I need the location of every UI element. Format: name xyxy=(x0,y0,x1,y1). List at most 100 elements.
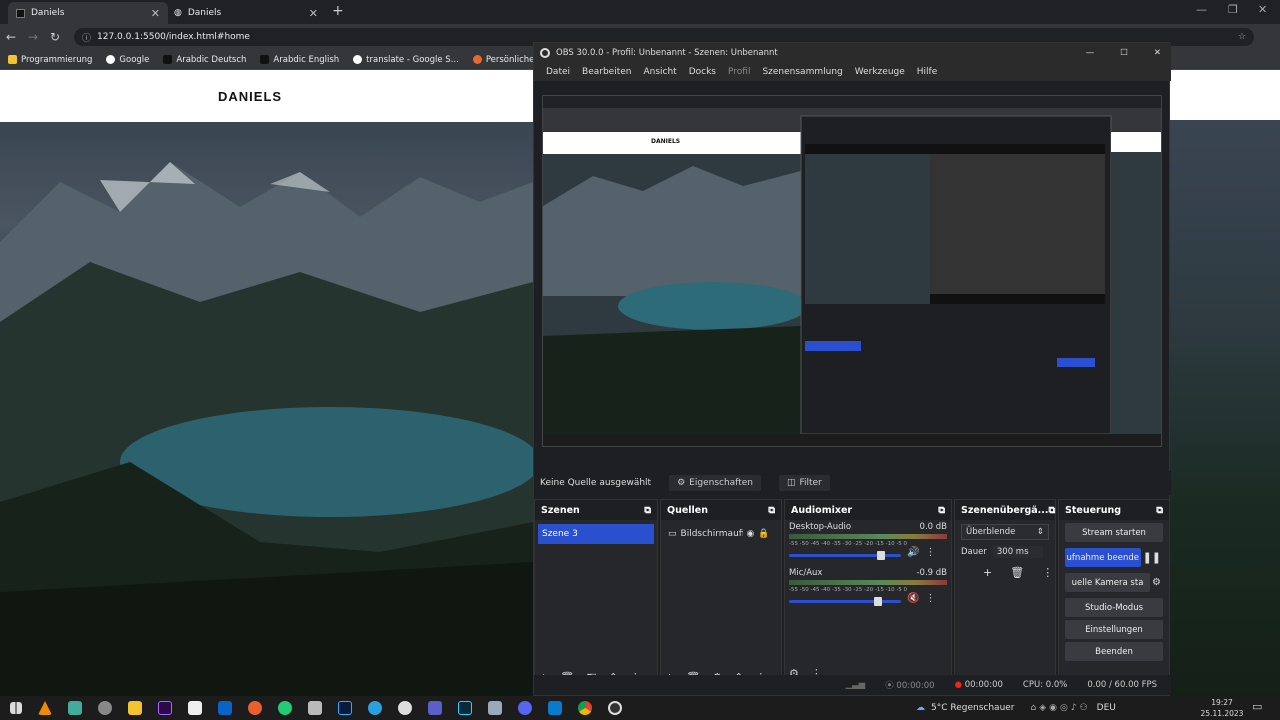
menu-bearbeiten[interactable]: Bearbeiten xyxy=(576,67,637,77)
exit-button[interactable]: Beenden xyxy=(1065,642,1163,661)
telegram-icon[interactable] xyxy=(368,701,382,715)
record-dot-icon: ● xyxy=(954,680,963,690)
app-icon[interactable] xyxy=(68,701,82,715)
close-window-icon[interactable]: ✕ xyxy=(1258,3,1267,16)
browser-tab[interactable]: ◍ Daniels ✕ xyxy=(166,2,326,24)
undock-icon[interactable]: ⧉ xyxy=(938,505,945,516)
app-icon[interactable] xyxy=(98,701,112,715)
firefox-icon[interactable] xyxy=(248,701,262,715)
premiere-icon[interactable] xyxy=(158,701,172,715)
keyboard-language[interactable]: DEU xyxy=(1097,703,1116,713)
more-icon[interactable]: ⋮ xyxy=(925,547,935,558)
filter-button[interactable]: ◫ Filter xyxy=(778,475,830,491)
more-icon[interactable]: ⋮ xyxy=(1042,566,1053,579)
slider-knob[interactable] xyxy=(877,551,886,560)
volume-slider[interactable] xyxy=(789,551,901,560)
add-icon[interactable]: + xyxy=(983,566,992,579)
properties-button[interactable]: ⚙ Eigenschaften xyxy=(669,475,761,491)
photoshop-icon[interactable] xyxy=(338,701,352,715)
vlc-icon[interactable] xyxy=(38,701,52,715)
audio-mixer-header: Audiomixer ⧉ xyxy=(785,500,951,520)
virtual-camera-button[interactable]: uelle Kamera sta xyxy=(1065,573,1151,592)
clock-date: 25.11.2023 xyxy=(1200,709,1244,718)
undock-icon[interactable]: ⧉ xyxy=(768,505,775,516)
menu-ansicht[interactable]: Ansicht xyxy=(637,67,682,77)
monitor-icon: ▭ xyxy=(668,529,677,539)
app-icon[interactable] xyxy=(398,701,412,715)
channel-name: Desktop-Audio xyxy=(789,522,852,532)
new-tab-icon[interactable]: + xyxy=(332,3,344,19)
stop-recording-button[interactable]: ufnahme beende xyxy=(1065,548,1141,567)
speaker-icon[interactable]: 🔊 xyxy=(907,547,919,558)
volume-meter xyxy=(789,534,947,539)
volume-slider[interactable] xyxy=(789,597,901,606)
recursive-screen-capture xyxy=(543,96,1161,446)
app-icon[interactable] xyxy=(278,701,292,715)
bookmark-google[interactable]: Google xyxy=(106,55,149,65)
reload-icon[interactable]: ↻ xyxy=(44,30,66,44)
browser-tab-active[interactable]: Daniels ✕ xyxy=(8,2,168,24)
obs-close-icon[interactable]: ✕ xyxy=(1154,48,1161,58)
close-tab-icon[interactable]: ✕ xyxy=(309,7,318,20)
duration-input[interactable]: 300 ms xyxy=(992,546,1043,558)
audition-icon[interactable] xyxy=(458,701,472,715)
obs-logo-icon xyxy=(540,48,550,58)
lock-icon[interactable]: 🔒 xyxy=(758,529,769,539)
vscode-icon[interactable] xyxy=(548,701,562,715)
stream-time: ⦿ 00:00:00 xyxy=(885,681,935,691)
maximize-icon[interactable]: ❐ xyxy=(1228,3,1238,16)
notification-icon[interactable]: ▭ xyxy=(1252,700,1262,713)
transition-select[interactable]: Überblende ⇕ xyxy=(961,524,1049,540)
more-icon[interactable]: ⋮ xyxy=(925,593,935,604)
discord-icon[interactable] xyxy=(518,701,532,715)
page-brand[interactable]: DANIELS xyxy=(218,89,282,104)
weather-text[interactable]: 5°C Regenschauer xyxy=(931,703,1015,713)
filter-icon: ◫ xyxy=(786,478,796,488)
outlook-icon[interactable] xyxy=(218,701,232,715)
obs-preview[interactable]: DANIELS xyxy=(542,95,1162,447)
gear-icon[interactable]: ⚙ xyxy=(1152,577,1161,588)
studio-mode-button[interactable]: Studio-Modus xyxy=(1065,598,1163,617)
scene-item[interactable]: Szene 3 xyxy=(538,524,654,544)
bookmark-programmierung[interactable]: Programmierung xyxy=(8,55,92,65)
broadcast-icon: ⦿ xyxy=(885,681,894,691)
slider-knob[interactable] xyxy=(874,597,883,606)
folder-icon[interactable] xyxy=(128,701,142,715)
pause-icon[interactable]: ❚❚ xyxy=(1143,551,1161,564)
menu-werkzeuge[interactable]: Werkzeuge xyxy=(849,67,911,77)
app-icon[interactable] xyxy=(488,701,502,715)
undock-icon[interactable]: ⧉ xyxy=(1049,505,1056,516)
forward-arrow-icon[interactable]: → xyxy=(22,30,44,44)
taskbar-clock[interactable]: 19:27 25.11.2023 xyxy=(1200,697,1244,719)
bookmark-icon xyxy=(472,55,482,64)
teams-icon[interactable] xyxy=(428,701,442,715)
bookmark-arabdic-deutsch[interactable]: Arabdic Deutsch xyxy=(163,55,246,65)
app-icon[interactable] xyxy=(188,701,202,715)
menu-docks[interactable]: Docks xyxy=(683,67,722,77)
menu-datei[interactable]: Datei xyxy=(540,67,576,77)
obs-maximize-icon[interactable]: ☐ xyxy=(1120,48,1128,58)
start-stream-button[interactable]: Stream starten xyxy=(1065,523,1163,542)
bookmark-arabdic-english[interactable]: Arabdic English xyxy=(260,55,339,65)
tray-icons[interactable]: ⌂◈◉◎♪⚇ xyxy=(1031,703,1091,713)
undock-icon[interactable]: ⧉ xyxy=(644,505,651,516)
chrome-icon[interactable] xyxy=(578,701,592,715)
trash-icon[interactable]: 🗑 xyxy=(1010,566,1024,579)
windows-start-icon[interactable] xyxy=(10,702,22,714)
muted-speaker-icon[interactable]: 🔇 xyxy=(907,593,919,604)
source-item[interactable]: ▭ Bildschirmaufi ◉ 🔒 xyxy=(664,524,778,544)
bookmark-translate[interactable]: translate - Google S... xyxy=(353,55,459,65)
obs-taskbar-icon[interactable] xyxy=(608,701,622,715)
menu-szenensammlung[interactable]: Szenensammlung xyxy=(756,67,848,77)
undock-icon[interactable]: ⧉ xyxy=(1156,505,1163,516)
back-arrow-icon[interactable]: ← xyxy=(0,30,22,44)
app-icon[interactable] xyxy=(308,701,322,715)
eye-icon[interactable]: ◉ xyxy=(747,529,755,539)
minimize-icon[interactable]: — xyxy=(1196,3,1207,16)
bookmark-star-icon[interactable]: ☆ xyxy=(1238,32,1246,42)
settings-button[interactable]: Einstellungen xyxy=(1065,620,1163,639)
obs-minimize-icon[interactable]: — xyxy=(1086,48,1095,58)
menu-hilfe[interactable]: Hilfe xyxy=(911,67,943,77)
close-tab-icon[interactable]: ✕ xyxy=(151,7,160,20)
menu-profil[interactable]: Profil xyxy=(722,67,756,77)
